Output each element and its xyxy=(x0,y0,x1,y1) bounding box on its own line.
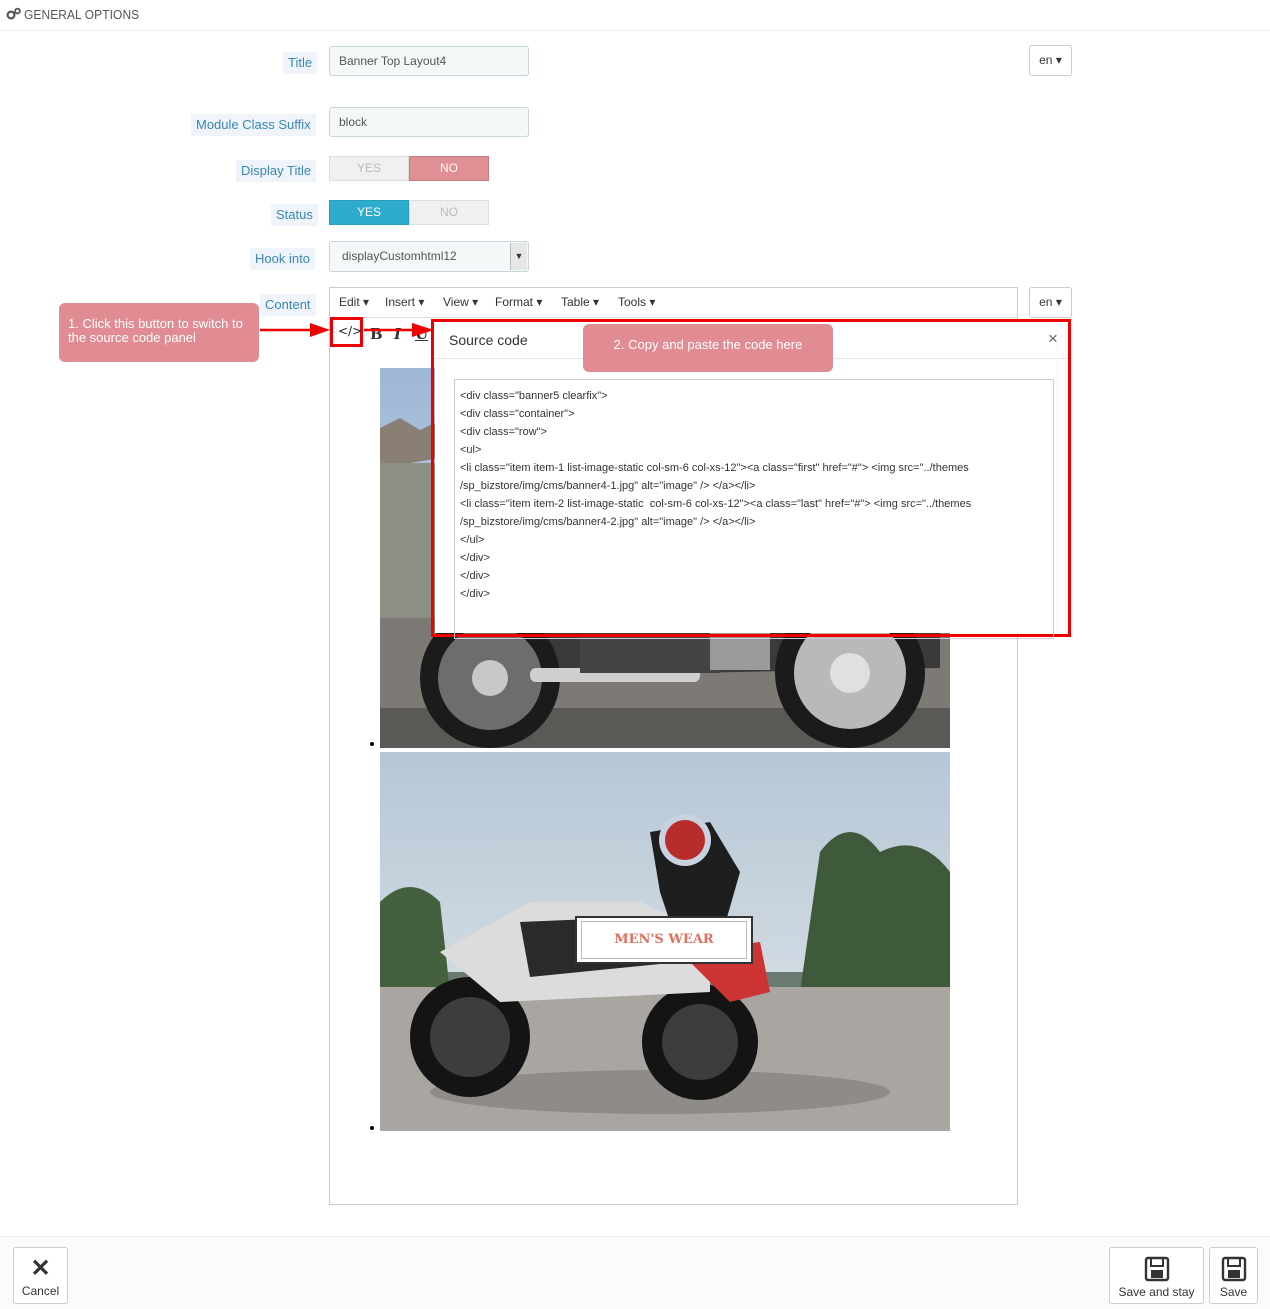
menu-table[interactable]: Table ▾ xyxy=(561,295,599,309)
arrow-icon xyxy=(260,323,434,337)
instruction-text-1: 1. Click this button to switch to the so… xyxy=(68,316,243,345)
status-yes-toggle[interactable]: YES xyxy=(329,200,409,225)
suffix-label: Module Class Suffix xyxy=(191,114,316,136)
caret-down-icon: ▾ xyxy=(1055,295,1062,309)
title-label: Title xyxy=(283,52,318,74)
language-code: en xyxy=(1039,53,1053,67)
suffix-input[interactable]: block xyxy=(329,107,529,137)
display-title-yes-toggle[interactable]: YES xyxy=(329,156,409,181)
editor-menubar: Edit ▾ Insert ▾ View ▾ Format ▾ Table ▾ … xyxy=(330,288,1017,318)
hook-select-value: displayCustomhtml12 xyxy=(342,249,457,263)
panel-title: GENERAL OPTIONS xyxy=(24,7,140,22)
instruction-callout-2: 2. Copy and paste the code here xyxy=(583,324,833,372)
banner-image-2: MEN'S WEAR xyxy=(380,752,950,1131)
instruction-text-2: 2. Copy and paste the code here xyxy=(613,337,803,352)
status-no-toggle[interactable]: NO xyxy=(409,200,489,225)
cancel-label: Cancel xyxy=(21,1284,60,1298)
hook-label: Hook into xyxy=(250,248,315,270)
menu-tools[interactable]: Tools ▾ xyxy=(618,295,655,309)
menu-insert[interactable]: Insert ▾ xyxy=(385,295,424,309)
close-icon[interactable]: × xyxy=(1048,329,1058,349)
save-and-stay-button[interactable]: Save and stay xyxy=(1109,1247,1204,1304)
close-icon: ✕ xyxy=(30,1255,51,1282)
hook-select[interactable]: displayCustomhtml12 ▼ xyxy=(329,241,529,272)
cancel-button[interactable]: ✕ Cancel xyxy=(13,1247,68,1304)
language-code: en xyxy=(1039,295,1053,309)
source-code-textarea[interactable]: <div class="banner5 clearfix"> <div clas… xyxy=(454,379,1054,639)
chevron-down-icon: ▼ xyxy=(510,243,527,270)
panel-header: GENERAL OPTIONS xyxy=(0,0,1270,31)
form-footer xyxy=(0,1236,1270,1309)
dialog-title: Source code xyxy=(449,332,528,348)
content-label: Content xyxy=(260,294,316,316)
banner-caption[interactable]: MEN'S WEAR xyxy=(581,921,747,959)
display-title-label: Display Title xyxy=(236,160,317,182)
caret-down-icon: ▾ xyxy=(1055,53,1062,67)
menu-edit[interactable]: Edit ▾ xyxy=(339,295,369,309)
floppy-disk-icon xyxy=(1221,1256,1246,1282)
save-button[interactable]: Save xyxy=(1209,1247,1258,1304)
instruction-callout-1: 1. Click this button to switch to the so… xyxy=(59,303,259,362)
content-language-dropdown[interactable]: en ▾ xyxy=(1029,287,1072,318)
save-label: Save xyxy=(1219,1285,1248,1299)
floppy-disk-icon xyxy=(1144,1256,1169,1282)
menu-view[interactable]: View ▾ xyxy=(443,295,478,309)
gears-icon xyxy=(6,7,22,21)
status-label: Status xyxy=(271,204,318,226)
save-and-stay-label: Save and stay xyxy=(1118,1285,1195,1299)
title-language-dropdown[interactable]: en ▾ xyxy=(1029,45,1072,76)
menu-format[interactable]: Format ▾ xyxy=(495,295,542,309)
list-bullet xyxy=(370,742,374,746)
title-input[interactable]: Banner Top Layout4 xyxy=(329,46,529,76)
display-title-no-toggle[interactable]: NO xyxy=(409,156,489,181)
list-bullet xyxy=(370,1126,374,1130)
